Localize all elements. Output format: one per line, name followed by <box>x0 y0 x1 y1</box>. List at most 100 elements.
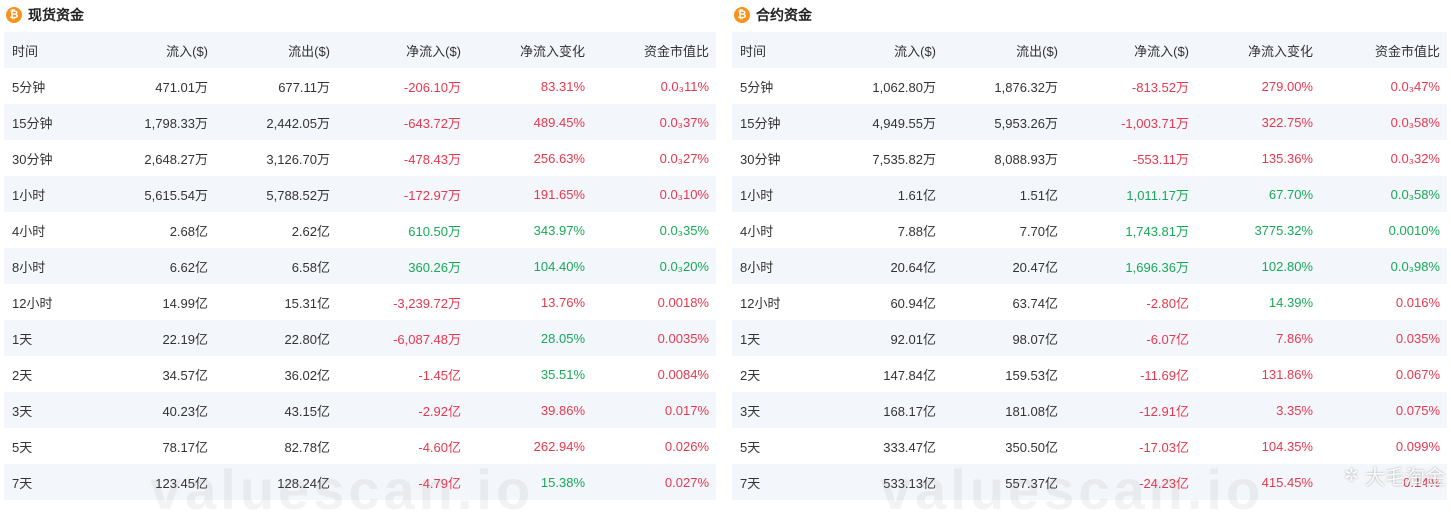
cell-net-inflow: -813.52万 <box>1131 79 1189 95</box>
cell-mcap-ratio: 0.0₃37% <box>659 114 709 130</box>
cell-outflow: 36.02亿 <box>284 367 330 383</box>
cell-net-inflow: -206.10万 <box>403 79 461 95</box>
cell-net-inflow: -2.92亿 <box>418 403 461 419</box>
table-row: 2天 147.84亿 159.53亿 -11.69亿 131.86% 0.067% <box>732 356 1447 392</box>
cell-net-change: 489.45% <box>533 114 585 130</box>
table-row: 15分钟 4,949.55万 5,953.26万 -1,003.71万 322.75% 0… <box>732 104 1447 140</box>
cell-inflow: 2,648.27万 <box>144 151 208 167</box>
col-mcap-ratio: 资金市值比 <box>1374 43 1440 59</box>
cell-time: 1小时 <box>12 187 46 203</box>
cell-inflow: 78.17亿 <box>162 439 208 455</box>
corner-watermark-text: 大毛淘金 <box>1365 465 1445 489</box>
cell-net-change: 256.63% <box>533 150 585 166</box>
table-row: 15分钟 1,798.33万 2,442.05万 -643.72万 489.45% 0.0… <box>4 104 716 140</box>
cell-net-change: 104.35% <box>1261 438 1313 454</box>
cell-outflow: 3,126.70万 <box>266 151 330 167</box>
col-time: 时间 <box>12 43 39 59</box>
futures-panel-title: 合约资金 <box>756 7 812 23</box>
cell-net-change: 83.31% <box>540 78 585 94</box>
cell-time: 2天 <box>12 367 33 383</box>
cell-net-change: 39.86% <box>540 402 585 418</box>
cell-net-change: 13.76% <box>540 294 585 310</box>
futures-funds-panel: ₿ 合约资金 时间 流入($) 流出($) 净流入($) 净流入变化 资金市值比… <box>732 0 1447 500</box>
cell-net-inflow: -4.60亿 <box>418 439 461 455</box>
cell-net-change: 104.40% <box>533 258 585 274</box>
cell-net-change: 262.94% <box>533 438 585 454</box>
cell-outflow: 350.50亿 <box>1005 439 1058 455</box>
cell-outflow: 181.08亿 <box>1005 403 1058 419</box>
cell-outflow: 7.70亿 <box>1019 223 1058 239</box>
cell-time: 5分钟 <box>740 79 774 95</box>
table-row: 5分钟 1,062.80万 1,876.32万 -813.52万 279.00% 0.0₃… <box>732 68 1447 104</box>
cell-net-inflow: -643.72万 <box>403 115 461 131</box>
cell-time: 15分钟 <box>740 115 781 131</box>
table-row: 5分钟 471.01万 677.11万 -206.10万 83.31% 0.0₃11% <box>4 68 716 104</box>
cell-inflow: 7,535.82万 <box>872 151 936 167</box>
table-row: 2天 34.57亿 36.02亿 -1.45亿 35.51% 0.0084% <box>4 356 716 392</box>
cell-outflow: 2,442.05万 <box>266 115 330 131</box>
cell-net-change: 67.70% <box>1268 186 1313 202</box>
cell-mcap-ratio: 0.0₃10% <box>659 186 709 202</box>
cell-time: 12小时 <box>12 295 53 311</box>
cell-outflow: 1.51亿 <box>1019 187 1058 203</box>
cell-net-change: 3.35% <box>1276 402 1313 418</box>
table-row: 30分钟 2,648.27万 3,126.70万 -478.43万 256.63% 0.0… <box>4 140 716 176</box>
futures-panel-header: ₿ 合约资金 <box>732 0 1447 30</box>
spot-table-body: 5分钟 471.01万 677.11万 -206.10万 83.31% 0.0₃11% 15… <box>4 68 716 500</box>
cell-net-inflow: -11.69亿 <box>1140 367 1189 383</box>
cell-net-change: 131.86% <box>1261 366 1313 382</box>
table-row: 8小时 6.62亿 6.58亿 360.26万 104.40% 0.0₃20% <box>4 248 716 284</box>
cell-mcap-ratio: 0.0035% <box>657 330 709 346</box>
cell-mcap-ratio: 0.0₃11% <box>660 78 709 94</box>
cell-inflow: 533.13亿 <box>883 475 936 491</box>
cell-inflow: 168.17亿 <box>883 403 936 419</box>
table-row: 1天 22.19亿 22.80亿 -6,087.48万 28.05% 0.0035% <box>4 320 716 356</box>
cell-time: 5天 <box>740 439 761 455</box>
cell-outflow: 557.37亿 <box>1005 475 1058 491</box>
table-row: 1小时 1.61亿 1.51亿 1,011.17万 67.70% 0.0₃58% <box>732 176 1447 212</box>
col-net-inflow: 净流入($) <box>1134 43 1189 59</box>
cell-net-change: 322.75% <box>1261 114 1313 130</box>
cell-inflow: 34.57亿 <box>162 367 208 383</box>
cell-inflow: 60.94亿 <box>890 295 936 311</box>
cell-outflow: 128.24亿 <box>277 475 330 491</box>
cell-net-inflow: -24.23亿 <box>1139 475 1189 491</box>
cell-outflow: 159.53亿 <box>1005 367 1058 383</box>
cell-outflow: 20.47亿 <box>1012 259 1058 275</box>
col-inflow: 流入($) <box>166 43 208 59</box>
table-row: 8小时 20.64亿 20.47亿 1,696.36万 102.80% 0.0₃98% <box>732 248 1447 284</box>
cell-net-change: 102.80% <box>1261 258 1313 274</box>
cell-time: 1天 <box>12 331 33 347</box>
cell-net-inflow: 1,011.17万 <box>1126 187 1189 203</box>
cell-net-inflow: -17.03亿 <box>1139 439 1189 455</box>
table-row: 4小时 7.88亿 7.70亿 1,743.81万 3775.32% 0.0010% <box>732 212 1447 248</box>
cell-inflow: 22.19亿 <box>162 331 208 347</box>
cell-net-inflow: -3,239.72万 <box>393 295 461 311</box>
cell-outflow: 2.62亿 <box>291 223 330 239</box>
cell-outflow: 6.58亿 <box>291 259 330 275</box>
cell-time: 12小时 <box>740 295 781 311</box>
futures-table-header: 时间 流入($) 流出($) 净流入($) 净流入变化 资金市值比 <box>732 32 1447 68</box>
table-row: 12小时 60.94亿 63.74亿 -2.80亿 14.39% 0.016% <box>732 284 1447 320</box>
cell-outflow: 22.80亿 <box>284 331 330 347</box>
cell-net-inflow: -478.43万 <box>403 151 461 167</box>
futures-table-body: 5分钟 1,062.80万 1,876.32万 -813.52万 279.00% 0.0₃… <box>732 68 1447 500</box>
cell-time: 3天 <box>740 403 761 419</box>
cell-net-change: 343.97% <box>533 222 585 238</box>
cell-inflow: 2.68亿 <box>169 223 208 239</box>
cell-time: 1天 <box>740 331 761 347</box>
cell-inflow: 1,062.80万 <box>872 79 936 95</box>
spot-panel-header: ₿ 现货资金 <box>4 0 716 30</box>
cell-net-inflow: -6,087.48万 <box>393 331 461 347</box>
table-row: 12小时 14.99亿 15.31亿 -3,239.72万 13.76% 0.0018% <box>4 284 716 320</box>
sparkle-icon: ✲ <box>1343 465 1359 486</box>
cell-mcap-ratio: 0.027% <box>664 474 709 490</box>
cell-mcap-ratio: 0.0010% <box>1388 222 1440 238</box>
col-outflow: 流出($) <box>1016 43 1058 59</box>
col-net-inflow: 净流入($) <box>406 43 461 59</box>
cell-time: 7天 <box>12 475 33 491</box>
cell-net-inflow: -172.97万 <box>403 187 461 203</box>
cell-net-inflow: -12.91亿 <box>1139 403 1189 419</box>
cell-inflow: 123.45亿 <box>155 475 208 491</box>
col-outflow: 流出($) <box>288 43 330 59</box>
